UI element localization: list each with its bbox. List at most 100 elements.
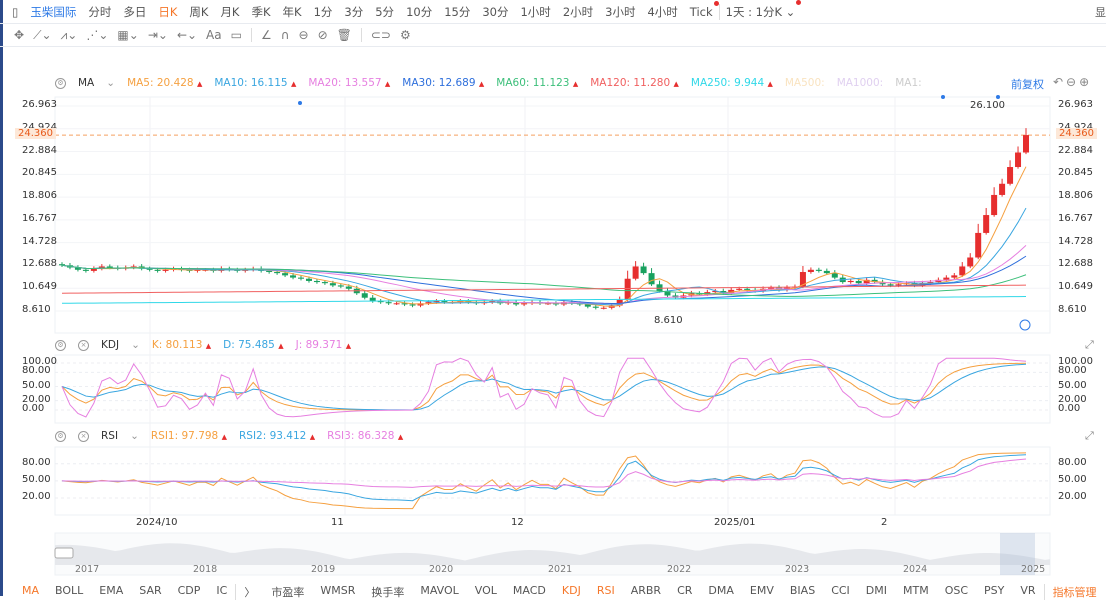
- price-tick-left: 8.610: [22, 304, 51, 315]
- navigator-handle: [54, 547, 74, 559]
- time-label: 2025/01: [714, 517, 756, 528]
- candle: [967, 257, 974, 267]
- candle: [274, 272, 281, 274]
- candle: [393, 303, 400, 305]
- candle: [648, 273, 655, 285]
- candle: [82, 269, 89, 271]
- high-label: 26.100: [970, 100, 1005, 111]
- indicator-tab[interactable]: IC: [208, 584, 235, 600]
- candle: [282, 273, 289, 276]
- candle: [321, 282, 328, 284]
- indicator-tab[interactable]: VOL: [467, 584, 505, 600]
- candle: [329, 283, 336, 286]
- indicator-tab[interactable]: CDP: [170, 584, 209, 600]
- indicator-tab[interactable]: CCI: [823, 584, 858, 600]
- kdj-tick-right: 80.00: [1058, 365, 1087, 377]
- ma10-line: [61, 207, 1027, 306]
- rsi-tick-left: 50.00: [22, 473, 51, 485]
- rsi-tick-left: 20.00: [22, 491, 51, 502]
- price-tick-right: 26.963: [1058, 99, 1093, 110]
- indicator-tab[interactable]: 市盈率: [263, 584, 312, 600]
- candle: [305, 278, 312, 281]
- price-tick-left: 12.688: [22, 258, 57, 270]
- candle: [815, 269, 822, 271]
- rsi-tick-right: 80.00: [1058, 456, 1087, 468]
- candle: [640, 266, 647, 274]
- chart-canvas[interactable]: [0, 0, 1106, 596]
- candle: [592, 306, 599, 308]
- indicator-tab[interactable]: OSC: [937, 584, 976, 600]
- price-tick-left: 18.806: [22, 190, 57, 202]
- year-label: 2019: [311, 564, 336, 575]
- indicator-tab[interactable]: ARBR: [623, 584, 669, 600]
- indicator-tab[interactable]: 换手率: [363, 584, 412, 600]
- indicator-tab[interactable]: 〉: [235, 584, 263, 600]
- candle: [106, 266, 113, 268]
- candle: [313, 280, 320, 283]
- price-tick-left: 14.728: [22, 235, 57, 247]
- price-tick-right: 12.688: [1058, 258, 1093, 270]
- indicator-tab[interactable]: RSI: [589, 584, 623, 600]
- indicator-tab[interactable]: WMSR: [312, 584, 363, 600]
- indicator-tab[interactable]: DMA: [700, 584, 742, 600]
- candle: [441, 301, 448, 303]
- price-tick-left: 16.767: [22, 212, 57, 224]
- time-label: 2: [881, 517, 888, 528]
- year-label: 2021: [548, 564, 573, 575]
- kdj-tick-left: 0.00: [22, 403, 45, 414]
- indicator-tab[interactable]: MTM: [895, 584, 937, 600]
- candle: [855, 280, 862, 284]
- rsi-tick-right: 50.00: [1058, 473, 1087, 485]
- candle: [887, 284, 894, 286]
- price-tick-left: 22.884: [22, 144, 57, 156]
- indicator-tab[interactable]: BOLL: [47, 584, 91, 600]
- d-line: [61, 363, 1027, 411]
- indicator-tab[interactable]: MA: [14, 584, 47, 600]
- candle: [369, 297, 376, 302]
- candle: [991, 194, 998, 216]
- indicator-tab[interactable]: VR: [1012, 584, 1043, 600]
- candle: [959, 266, 966, 276]
- ma250-line: [61, 296, 1027, 304]
- candle: [345, 286, 352, 289]
- ma5-line: [61, 166, 1027, 307]
- last-price-tag: 24.360: [15, 128, 56, 140]
- indicator-tab[interactable]: BIAS: [782, 584, 823, 600]
- last-price-tag: 24.360: [1056, 128, 1097, 140]
- event-marker: [298, 101, 302, 105]
- ma30-line: [61, 255, 1027, 304]
- candle: [632, 266, 639, 279]
- event-e-icon: [1019, 319, 1031, 331]
- time-label: 2024/10: [136, 517, 178, 528]
- price-tick-right: 10.649: [1058, 281, 1093, 293]
- indicator-tab[interactable]: KDJ: [554, 584, 589, 600]
- year-label: 2025: [1021, 564, 1046, 575]
- indicator-tab[interactable]: EMV: [742, 584, 782, 600]
- year-label: 2022: [667, 564, 692, 575]
- indicator-tab[interactable]: CR: [669, 584, 700, 600]
- indicator-tab[interactable]: SAR: [131, 584, 169, 600]
- candle: [361, 293, 368, 298]
- indicator-tab[interactable]: DMI: [858, 584, 895, 600]
- rsi2-line: [61, 454, 1027, 502]
- price-tick-left: 10.649: [22, 281, 57, 293]
- indicator-tab[interactable]: 指标管理: [1043, 584, 1105, 600]
- year-label: 2017: [75, 564, 100, 575]
- price-tick-right: 14.728: [1058, 235, 1093, 247]
- indicator-tab[interactable]: EMA: [91, 584, 131, 600]
- candle: [831, 273, 838, 278]
- indicator-tab[interactable]: MACD: [505, 584, 554, 600]
- candle: [409, 304, 416, 306]
- indicator-tab[interactable]: MAVOL: [412, 584, 466, 600]
- indicator-tab[interactable]: PSY: [976, 584, 1012, 600]
- kdj-tick-left: 80.00: [22, 365, 51, 377]
- candle: [1007, 167, 1014, 184]
- year-label: 2020: [429, 564, 454, 575]
- event-marker: [941, 95, 945, 99]
- candle: [847, 280, 854, 283]
- candle: [823, 270, 830, 274]
- price-tick-right: 16.767: [1058, 212, 1093, 224]
- j-line: [61, 357, 1027, 418]
- candle: [154, 269, 161, 271]
- candle: [162, 269, 169, 271]
